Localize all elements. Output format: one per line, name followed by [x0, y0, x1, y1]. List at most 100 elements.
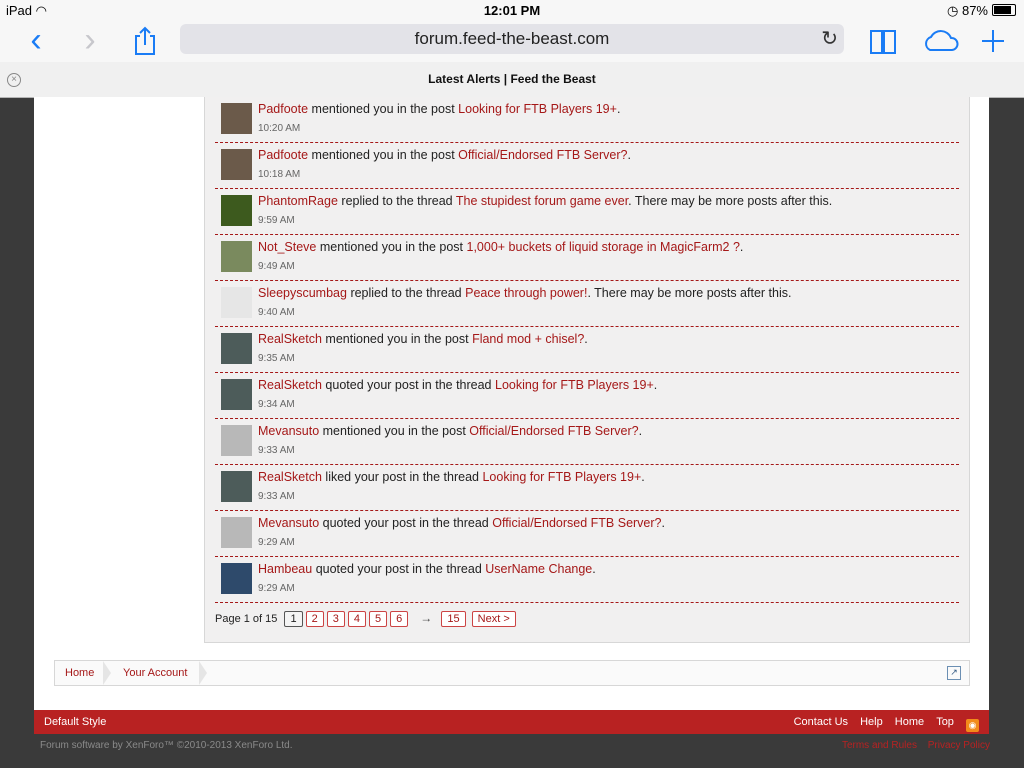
alert-username[interactable]: RealSketch — [258, 378, 322, 392]
avatar[interactable] — [221, 471, 252, 502]
book-icon — [870, 30, 896, 54]
alert-username[interactable]: Sleepyscumbag — [258, 286, 347, 300]
alert-username[interactable]: Not_Steve — [258, 240, 316, 254]
tab-bar: × Latest Alerts | Feed the Beast — [0, 62, 1024, 98]
avatar[interactable] — [221, 425, 252, 456]
avatar[interactable] — [221, 149, 252, 180]
alerts-list: Padfoote mentioned you in the post Looki… — [215, 97, 959, 603]
avatar[interactable] — [221, 241, 252, 272]
alert-suffix: . — [592, 562, 596, 576]
alert-thread-link[interactable]: Looking for FTB Players 19+ — [482, 470, 641, 484]
back-button[interactable]: ‹ — [18, 22, 54, 62]
page-link[interactable]: 1 — [284, 611, 303, 627]
home-link[interactable]: Home — [895, 716, 924, 728]
alert-username[interactable]: RealSketch — [258, 332, 322, 346]
alert-item: Not_Steve mentioned you in the post 1,00… — [215, 235, 959, 281]
alert-username[interactable]: PhantomRage — [258, 194, 338, 208]
breadcrumb-home[interactable]: Home — [55, 661, 104, 685]
page-link[interactable]: 6 — [390, 611, 409, 627]
alert-item: RealSketch quoted your post in the threa… — [215, 373, 959, 419]
alert-time: 9:59 AM — [258, 215, 295, 226]
alert-thread-link[interactable]: 1,000+ buckets of liquid storage in Magi… — [467, 240, 740, 254]
alert-item: Mevansuto mentioned you in the post Offi… — [215, 419, 959, 465]
page-link[interactable]: 2 — [305, 611, 324, 627]
alert-thread-link[interactable]: The stupidest forum game ever — [456, 194, 628, 208]
alert-action: quoted your post in the thread — [325, 378, 492, 392]
avatar[interactable] — [221, 287, 252, 318]
alert-username[interactable]: Padfoote — [258, 148, 308, 162]
page-link-last[interactable]: 15 — [441, 611, 466, 627]
alert-text: Mevansuto mentioned you in the post Offi… — [258, 424, 642, 438]
alert-text: PhantomRage replied to the thread The st… — [258, 194, 832, 208]
alert-action: replied to the thread — [341, 194, 453, 208]
alert-item: RealSketch liked your post in the thread… — [215, 465, 959, 511]
alert-thread-link[interactable]: Looking for FTB Players 19+ — [458, 102, 617, 116]
alert-suffix: . — [653, 378, 658, 392]
tab-title[interactable]: Latest Alerts | Feed the Beast — [0, 72, 1024, 86]
battery-indicator: ◷ 87% — [947, 3, 1016, 19]
footer-links: Contact Us Help Home Top ◉ — [785, 716, 979, 732]
page-link[interactable]: 4 — [347, 611, 366, 627]
alert-thread-link[interactable]: Official/Endorsed FTB Server? — [492, 516, 661, 530]
alert-suffix: . — [739, 240, 744, 254]
icloud-tabs-button[interactable] — [922, 26, 960, 56]
alert-text: RealSketch mentioned you in the post Fla… — [258, 332, 588, 346]
page-link[interactable]: 5 — [368, 611, 388, 627]
alert-thread-link[interactable]: Peace through power! — [465, 286, 587, 300]
alert-action: mentioned you in the post — [322, 424, 466, 438]
alert-text: Padfoote mentioned you in the post Offic… — [258, 148, 631, 162]
alert-suffix: . — [627, 148, 631, 162]
alert-text: Padfoote mentioned you in the post Looki… — [258, 102, 620, 116]
forward-button[interactable]: › — [72, 22, 108, 62]
help-link[interactable]: Help — [860, 716, 883, 728]
alert-time: 10:18 AM — [258, 169, 301, 180]
alert-username[interactable]: Mevansuto — [258, 424, 319, 438]
footer-bar: Default Style Contact Us Help Home Top ◉ — [34, 710, 989, 734]
bookmarks-button[interactable] — [869, 26, 897, 56]
alert-action: liked your post in the thread — [325, 470, 479, 484]
address-bar[interactable]: forum.feed-the-beast.com ↻ — [180, 24, 844, 54]
avatar[interactable] — [221, 333, 252, 364]
avatar[interactable] — [221, 379, 252, 410]
privacy-link[interactable]: Privacy Policy — [928, 740, 990, 751]
alert-time: 9:33 AM — [258, 491, 295, 502]
reload-icon[interactable]: ↻ — [821, 24, 838, 54]
avatar[interactable] — [221, 195, 252, 226]
alert-suffix: . There may be more posts after this. — [628, 194, 833, 208]
alert-thread-link[interactable]: Official/Endorsed FTB Server? — [458, 148, 627, 162]
breadcrumb-separator — [103, 661, 111, 685]
next-page-button[interactable]: Next > — [471, 611, 516, 627]
terms-link[interactable]: Terms and Rules — [842, 740, 917, 751]
page-link[interactable]: 3 — [326, 611, 345, 627]
alert-time: 9:49 AM — [258, 261, 295, 272]
avatar[interactable] — [221, 103, 252, 134]
sync-icon: ◷ — [947, 3, 959, 18]
alert-username[interactable]: Padfoote — [258, 102, 308, 116]
pagination: Page 1 of 15 123456 → 15 Next > — [215, 611, 519, 627]
avatar[interactable] — [221, 517, 252, 548]
contact-us-link[interactable]: Contact Us — [794, 716, 848, 728]
new-tab-button[interactable] — [980, 26, 1006, 56]
rss-icon[interactable]: ◉ — [966, 719, 979, 732]
alert-thread-link[interactable]: Looking for FTB Players 19+ — [495, 378, 654, 392]
alert-item: Padfoote mentioned you in the post Offic… — [215, 143, 959, 189]
alert-action: mentioned you in the post — [311, 148, 455, 162]
alert-text: RealSketch liked your post in the thread… — [258, 470, 645, 484]
alert-text: Not_Steve mentioned you in the post 1,00… — [258, 240, 743, 254]
alert-thread-link[interactable]: Fland mod + chisel? — [472, 332, 584, 346]
alert-action: mentioned you in the post — [325, 332, 469, 346]
share-button[interactable] — [133, 26, 157, 56]
alert-thread-link[interactable]: UserName Change — [485, 562, 592, 576]
alert-username[interactable]: RealSketch — [258, 470, 322, 484]
avatar[interactable] — [221, 563, 252, 594]
alert-item: Padfoote mentioned you in the post Looki… — [215, 97, 959, 143]
alert-username[interactable]: Mevansuto — [258, 516, 319, 530]
alert-item: PhantomRage replied to the thread The st… — [215, 189, 959, 235]
top-link[interactable]: Top — [936, 716, 954, 728]
breadcrumb-your-account[interactable]: Your Account — [113, 661, 197, 685]
jump-to-page-icon[interactable]: ↗ — [947, 666, 961, 680]
alert-username[interactable]: Hambeau — [258, 562, 312, 576]
style-chooser[interactable]: Default Style — [44, 716, 106, 728]
alert-thread-link[interactable]: Official/Endorsed FTB Server? — [469, 424, 638, 438]
share-icon — [135, 26, 155, 55]
